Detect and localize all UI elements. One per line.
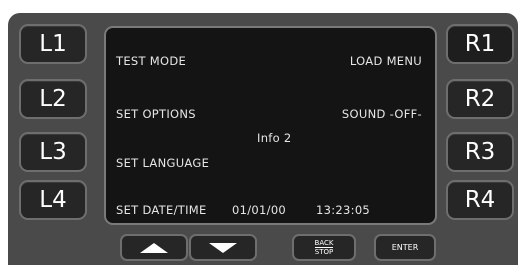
back-label: BACK <box>314 239 334 248</box>
r4-button[interactable]: R4 <box>446 180 514 220</box>
enter-label: ENTER <box>391 243 419 252</box>
l1-button[interactable]: L1 <box>19 24 87 64</box>
down-arrow-icon <box>209 242 237 253</box>
up-button[interactable] <box>120 234 188 261</box>
l3-button[interactable]: L3 <box>19 132 87 172</box>
r2-button[interactable]: R2 <box>446 79 514 119</box>
back-stop-button[interactable]: BACK STOP <box>292 234 356 261</box>
r3-button[interactable]: R3 <box>446 132 514 172</box>
device-panel: L1 L2 L3 L4 R1 R2 R3 R4 TEST MODE SET OP… <box>8 13 518 265</box>
display-screen: TEST MODE SET OPTIONS SET LANGUAGE SET D… <box>104 26 437 225</box>
l4-button[interactable]: L4 <box>19 180 87 220</box>
up-arrow-icon <box>140 242 168 253</box>
menu-item-load-menu: LOAD MENU <box>349 54 422 68</box>
menu-item-sound: SOUND -OFF- <box>341 107 422 121</box>
menu-item-set-language: SET LANGUAGE <box>116 156 210 170</box>
stop-label: STOP <box>314 248 334 256</box>
down-button[interactable] <box>189 234 257 261</box>
back-stop-label: BACK STOP <box>314 239 334 256</box>
time-value: 13:23:05 <box>316 203 371 217</box>
menu-item-set-date-time: SET DATE/TIME <box>116 203 207 217</box>
enter-button[interactable]: ENTER <box>374 234 436 261</box>
r1-button[interactable]: R1 <box>446 24 514 64</box>
menu-item-test-mode: TEST MODE <box>116 54 187 68</box>
menu-item-set-options: SET OPTIONS <box>116 107 196 121</box>
info-label: Info 2 <box>257 131 292 145</box>
l2-button[interactable]: L2 <box>19 79 87 119</box>
date-value: 01/01/00 <box>232 203 287 217</box>
